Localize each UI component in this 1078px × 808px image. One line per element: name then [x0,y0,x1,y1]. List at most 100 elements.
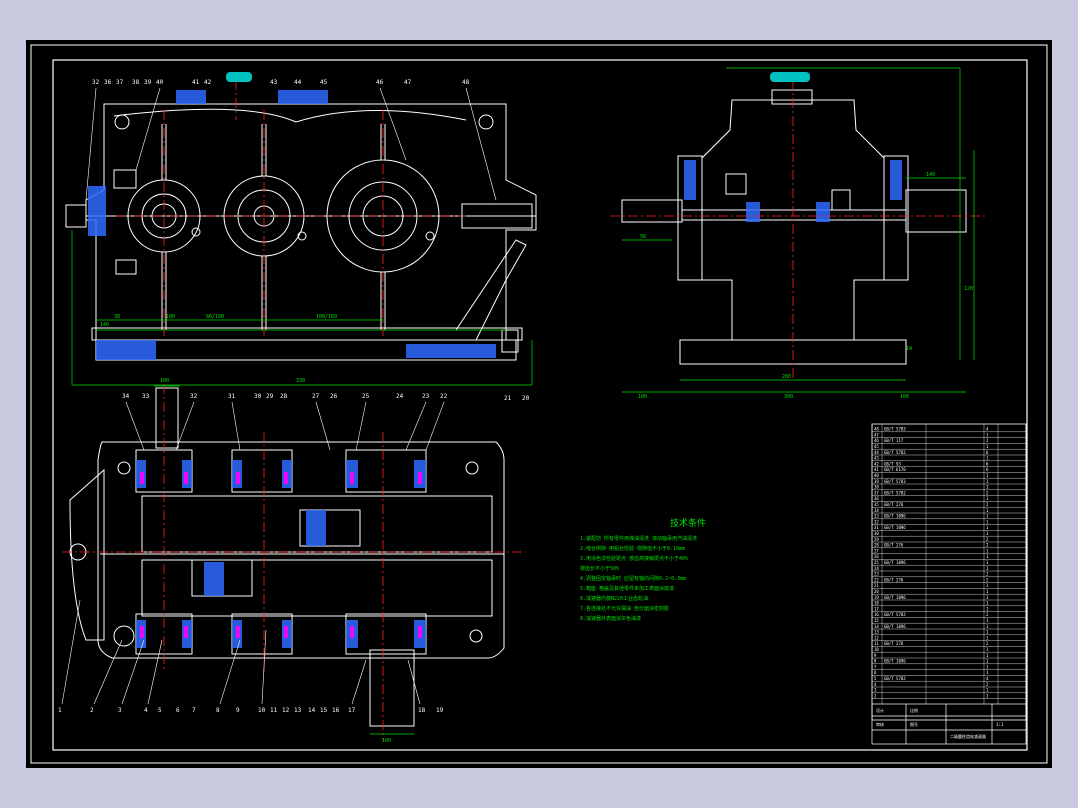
bom-cell-std: GB/T 276 [884,543,904,548]
bom-cell-no: 23 [874,572,879,577]
callout-46: 46 [376,79,384,86]
callout-7: 7 [192,707,196,714]
callout-6: 6 [176,707,180,714]
bom-cell-qty: 1 [986,595,989,600]
title-label-scale: 比例 [910,707,918,713]
note-line-8: 7.各连接处不允许漏油 剖分面涂密封胶 [580,605,669,612]
note-line-9: 8.减速器外表面涂灰色油漆 [580,615,641,622]
bom-cell-qty: 2 [986,641,989,646]
bom-cell-std: GB/T 276 [884,502,904,507]
side-view-dim-text: 140 56 120 14 280 100 300 100 [638,172,973,400]
bom-cell-qty: 6 [986,467,989,472]
callout-37: 37 [116,79,124,86]
drawing-title: 二级圆柱齿轮减速器 [950,733,986,739]
bom-cell-std: GB/T 5782 [884,450,906,455]
bom-cell-qty: 1 [986,664,989,669]
bom-cell-std: GB/T 1096 [884,560,906,565]
bom-cell-qty: 1 [986,531,989,536]
side-vent-cap [770,72,810,82]
title-label-designer: 设计 [876,707,884,713]
bom-cell-qty: 1 [986,670,989,675]
callout-16: 16 [332,707,340,714]
bom-cell-no: 11 [874,641,879,646]
callout-9: 9 [236,707,240,714]
callout-48: 48 [462,79,470,86]
bom-cell-qty: 1 [986,560,989,565]
note-line-5: 4.调整固定轴承时 应留有轴向间隙0.2~0.3mm [580,575,686,582]
callout-20: 20 [522,395,530,402]
dim-66-100: 66/100 [206,314,224,320]
bom-cell-qty: 2 [986,572,989,577]
bom-cell-std: GB/T 1096 [884,525,906,530]
bom-cell-qty: 1 [986,525,989,530]
bom-cell-std: GB/T 1096 [884,624,906,629]
callout-17: 17 [348,707,356,714]
title-label-checker: 审核 [876,721,884,727]
note-line-6: 5.箱座 箱盖及其他零件未加工表面涂底漆 [580,585,674,592]
bom-cell-no: 48 [874,427,879,432]
callout-38: 38 [132,79,140,86]
dim-100: 100 [166,314,175,320]
callout-5: 5 [158,707,162,714]
bom-cell-qty: 4 [986,676,989,681]
bom-cell-qty: 1 [986,688,989,693]
bom-cell-qty: 2 [986,612,989,617]
bom-cell-no: 14 [874,624,879,629]
side-dim-300: 300 [784,394,793,400]
callout-12: 12 [282,707,290,714]
cad-viewport[interactable]: 32 36 37 38 39 40 41 42 43 44 45 46 47 4… [26,40,1052,768]
bom-cell-no: 43 [874,456,879,461]
callout-27: 27 [312,393,320,400]
bom-cell-qty: 1 [986,519,989,524]
bom-cell-no: 3 [874,688,877,693]
bom-table: 48 GB/T 5783 447 146 GB/T 117 245 144 GB/T 5782… [871,423,1027,721]
bom-cell-qty: 1 [986,583,989,588]
callout-25: 25 [362,393,370,400]
bom-cell-std: GB/T 1096 [884,595,906,600]
note-line-3: 3.用涂色法检验斑点 按齿高接触斑点不小于40% [580,555,688,562]
side-dim-14: 14 [906,346,912,352]
bom-cell-no: 29 [874,537,879,542]
dim-100-160: 100/160 [316,314,337,320]
bom-cell-no: 15 [874,618,879,623]
callout-8: 8 [216,707,220,714]
bom-cell-qty: 2 [986,577,989,582]
bom-cell-std: GB/T 276 [884,577,904,582]
bom-cell-qty: 1 [986,659,989,664]
dim-330: 330 [296,378,305,384]
bom-cell-no: 46 [874,438,879,443]
bom-cell-no: 35 [874,502,879,507]
bom-cell-qty: 1 [986,647,989,652]
bom-cell-no: 47 [874,432,879,437]
bom-cell-std: GB/T 1096 [884,514,906,519]
bom-cell-no: 10 [874,647,879,652]
callout-29: 29 [266,393,274,400]
note-line-4: 按齿长不小于50% [580,565,619,572]
bom-cell-no: 28 [874,543,879,548]
callout-34: 34 [122,393,130,400]
bom-cell-no: 44 [874,450,879,455]
bom-cell-no: 26 [874,554,879,559]
bom-cell-no: 21 [874,583,879,588]
bom-cell-no: 33 [874,514,879,519]
bom-cell-qty: 1 [986,693,989,698]
callout-30: 30 [254,393,262,400]
callout-36: 36 [104,79,112,86]
bom-cell-qty: 1 [986,479,989,484]
sheet-border [30,44,1048,764]
bom-cell-no: 27 [874,548,879,553]
plan-dim-100: 100 [382,738,391,744]
note-line-7: 6.减速器内装N220工业齿轮油 [580,595,648,602]
bom-cell-qty: 2 [986,438,989,443]
bom-cell-no: 25 [874,560,879,565]
callout-22: 22 [440,393,448,400]
bom-cell-no: 13 [874,630,879,635]
callout-24: 24 [396,393,404,400]
bom-cell-no: 4 [874,682,877,687]
bom-cell-qty: 1 [986,514,989,519]
notes-title: 技术条件 [670,517,706,529]
bom-cell-qty: 1 [986,653,989,658]
callout-26: 26 [330,393,338,400]
plan-view-centerlines [62,384,526,740]
bom-cell-qty: 2 [986,502,989,507]
